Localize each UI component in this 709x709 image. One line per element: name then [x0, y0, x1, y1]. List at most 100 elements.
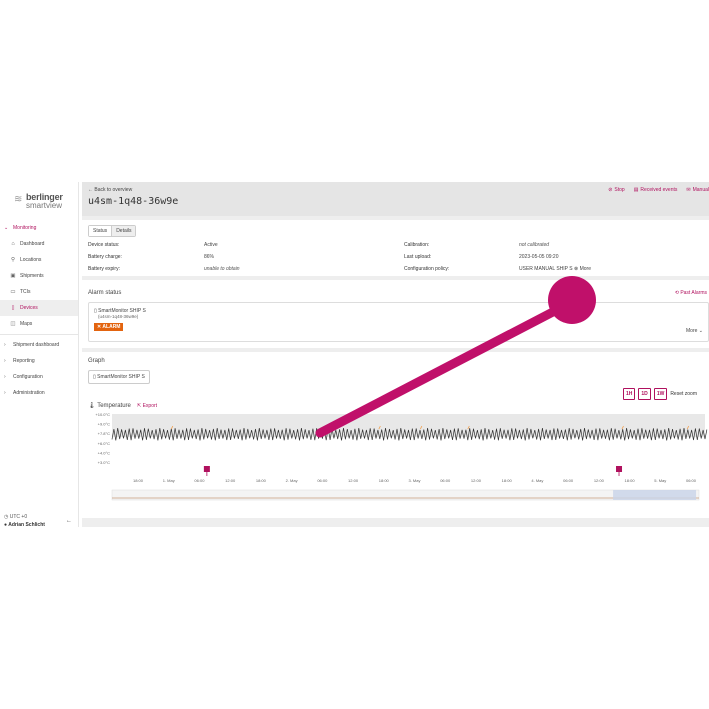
sidebar-item-monitoring[interactable]: ⌄ Monitoring	[0, 220, 78, 236]
x-tick-label: 06:00	[317, 478, 328, 483]
graph-card: Graph ▯ SmartMonitor SHIP S 1H 1D 1W Res…	[82, 352, 709, 518]
calibration-marker-icon	[616, 466, 623, 472]
sidebar-item-configuration[interactable]: › Configuration	[0, 369, 78, 385]
tab-status[interactable]: Status	[89, 226, 113, 236]
sidebar-nav: ⌄ Monitoring ⌂ Dashboard ⚲ Locations ▣ S…	[0, 220, 78, 401]
zoom-1w-button[interactable]: 1W	[653, 388, 668, 400]
manual-button[interactable]: ✉ Manual	[686, 187, 709, 193]
chevron-right-icon: ›	[4, 342, 6, 348]
sidebar-item-dashboard[interactable]: ⌂ Dashboard	[0, 236, 78, 252]
header-actions: ⊘ Stop ▤ Received events ✉ Manual	[608, 187, 709, 193]
status-card: Status Details Device status: Active Bat…	[82, 220, 709, 276]
calibration-value: not calibrated	[519, 242, 550, 248]
export-icon: ⇱	[137, 403, 142, 409]
x-tick-label: 06:00	[440, 478, 451, 483]
zoom-1d-button[interactable]: 1D	[638, 388, 651, 400]
chevron-right-icon: ›	[4, 374, 6, 380]
chevron-right-icon: ›	[4, 358, 6, 364]
shipment-icon: ▣	[10, 273, 16, 279]
stop-button[interactable]: ⊘ Stop	[608, 187, 625, 193]
chevron-down-icon: ⌄	[698, 328, 703, 334]
main-content: ← Back to overview u4sm-1q48-36w9e ⊘ Stop…	[82, 182, 709, 527]
device-icon: ▯	[93, 374, 96, 380]
reset-zoom-button[interactable]: Reset zoom	[670, 391, 697, 397]
sidebar-item-maps[interactable]: ◫ Maps	[0, 316, 78, 332]
x-tick-label: 3. May	[408, 478, 420, 483]
page-header: ← Back to overview u4sm-1q48-36w9e ⊘ Stop…	[82, 182, 709, 216]
sidebar-item-devices[interactable]: ▯ Devices	[0, 300, 78, 316]
received-events-button[interactable]: ▤ Received events	[634, 187, 678, 193]
sidebar-item-label: Configuration	[13, 374, 43, 380]
x-tick-label: 12:00	[348, 478, 359, 483]
mail-icon: ✉	[686, 187, 691, 193]
sidebar-item-label: Dashboard	[20, 241, 45, 247]
y-tick-label: +10.0°C	[95, 412, 110, 417]
stop-icon: ⊘	[608, 187, 613, 193]
alarm-status-card: Alarm status ⟲ Past Alarms ▯ SmartMonito…	[82, 280, 709, 348]
past-alarms-link[interactable]: ⟲ Past Alarms	[675, 290, 707, 296]
y-tick-label: +7.8°C	[98, 431, 110, 436]
device-icon: ▯	[94, 308, 97, 314]
manual-label: Manual	[692, 187, 709, 193]
battery-charge-label: Battery charge:	[88, 254, 122, 260]
sidebar-item-label: Administration	[13, 390, 45, 396]
x-tick-label: 18:00	[133, 478, 144, 483]
sidebar-item-label: Shipments	[20, 273, 44, 279]
x-tick-label: 12:00	[594, 478, 605, 483]
config-policy-value: USER MANUAL SHIP S	[519, 266, 573, 272]
x-tick-label: 5. May	[654, 478, 666, 483]
sidebar-item-administration[interactable]: › Administration	[0, 385, 78, 401]
collapse-sidebar-button[interactable]: ←	[66, 518, 72, 524]
timezone-indicator[interactable]: ◷ UTC +0	[4, 514, 27, 520]
sidebar: ≋ berlinger smartview ⌄ Monitoring ⌂ Das…	[0, 182, 79, 528]
sidebar-item-label: Shipment dashboard	[13, 342, 60, 348]
temperature-chart[interactable]: +10.0°C +9.0°C +7.8°C +6.0°C +4.0°C +3.0°C 18:…	[82, 412, 709, 512]
last-upload-value: 2023-05-05 09:20	[519, 254, 559, 260]
alarm-badge-label: ALARM	[102, 324, 121, 330]
back-to-overview-link[interactable]: ← Back to overview	[88, 187, 132, 193]
sidebar-item-tcis[interactable]: ▭ TCIs	[0, 284, 78, 300]
device-icon: ▯	[11, 305, 15, 311]
alarm-more-button[interactable]: More ⌄	[686, 328, 703, 334]
user-menu[interactable]: ● Adrian Schlicht	[4, 522, 45, 528]
berlinger-logo[interactable]: ≋ berlinger smartview	[14, 192, 74, 216]
timezone-label: UTC +0	[9, 514, 28, 520]
y-tick-label: +3.0°C	[98, 460, 110, 465]
sidebar-item-reporting[interactable]: › Reporting	[0, 353, 78, 369]
sidebar-item-label: Reporting	[13, 358, 35, 364]
device-select-button[interactable]: ▯ SmartMonitor SHIP S	[88, 370, 150, 384]
config-more-link[interactable]: ⊗ More	[574, 266, 591, 272]
user-icon: ●	[4, 522, 8, 528]
sidebar-item-locations[interactable]: ⚲ Locations	[0, 252, 78, 268]
back-label: Back to overview	[94, 187, 133, 193]
config-policy-label: Configuration policy:	[404, 266, 450, 272]
history-icon: ⟲	[674, 290, 679, 296]
sidebar-item-shipment-dashboard[interactable]: › Shipment dashboard	[0, 337, 78, 353]
export-label: Export	[142, 403, 158, 409]
export-button[interactable]: ⇱ Export	[137, 403, 157, 409]
temperature-label: Temperature	[97, 403, 131, 409]
tab-details[interactable]: Details	[112, 226, 136, 236]
sidebar-item-shipments[interactable]: ▣ Shipments	[0, 268, 78, 284]
battery-expiry-label: Battery expiry:	[88, 266, 120, 272]
y-tick-label: +6.0°C	[98, 441, 110, 446]
battery-expiry-value: unable to obtain	[204, 266, 240, 272]
navigator-selection	[613, 490, 697, 500]
sidebar-item-label: Monitoring	[13, 225, 37, 231]
app-window: ≋ berlinger smartview ⌄ Monitoring ⌂ Das…	[0, 182, 709, 528]
sidebar-divider	[0, 334, 78, 335]
tag-icon: ▭	[10, 289, 16, 295]
x-tick-label: 4. May	[531, 478, 543, 483]
x-tick-label: 18:00	[379, 478, 390, 483]
more-label: More	[579, 266, 591, 272]
thermometer-icon: 🌡︎	[88, 403, 96, 409]
x-tick-label: 06:00	[686, 478, 697, 483]
received-events-label: Received events	[640, 187, 678, 193]
alarm-entry: ▯ SmartMonitor SHIP S (u4sm-1q48-36w9e) …	[88, 302, 709, 342]
past-alarms-label: Past Alarms	[680, 290, 707, 296]
alarm-device-id: (u4sm-1q48-36w9e)	[98, 314, 139, 319]
map-icon: ◫	[10, 321, 16, 327]
alarm-more-label: More	[686, 328, 698, 334]
zoom-1h-button[interactable]: 1H	[623, 388, 636, 400]
x-tick-label: 2. May	[286, 478, 298, 483]
